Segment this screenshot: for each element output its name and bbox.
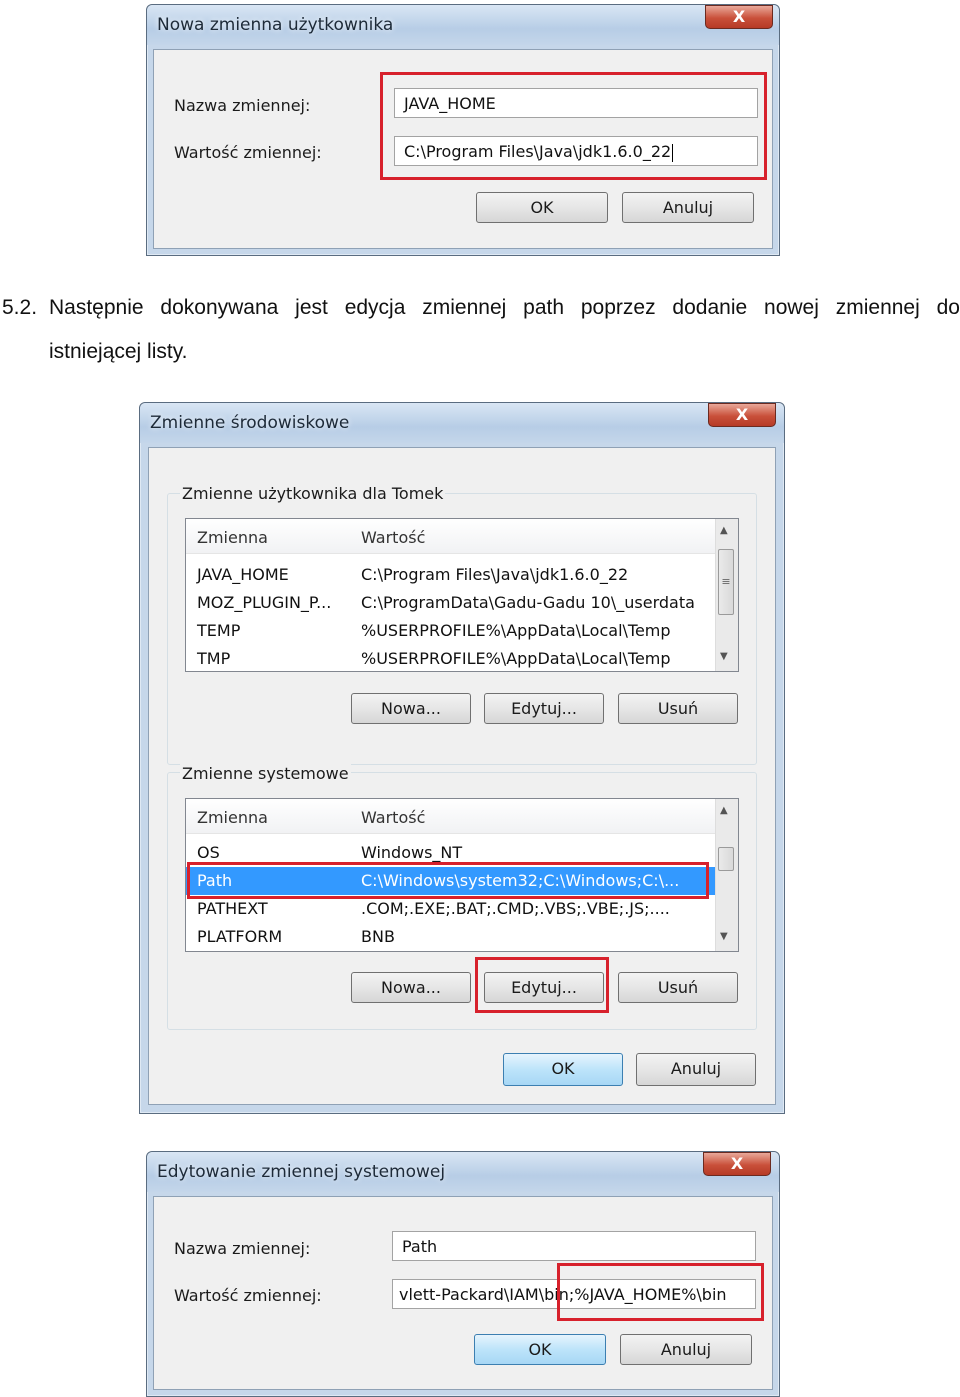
word: dodanie xyxy=(672,296,748,319)
word: dokonywana xyxy=(160,296,279,319)
paragraph-line-2: istniejącej listy. xyxy=(49,340,188,363)
list-item[interactable]: TMP %USERPROFILE%\AppData\Local\Temp xyxy=(186,645,716,671)
variable-value: BNB xyxy=(361,927,395,946)
user-new-button[interactable]: Nowa... xyxy=(351,693,471,724)
column-header-name[interactable]: Zmienna xyxy=(197,528,268,547)
variable-name: TMP xyxy=(197,649,231,668)
user-variables-list[interactable]: Zmienna Wartość JAVA_HOME C:\Program Fil… xyxy=(185,518,739,672)
word: Następnie xyxy=(49,296,144,319)
variable-name-label: Nazwa zmiennej: xyxy=(174,1239,311,1258)
vertical-scrollbar[interactable]: ▲ ≡ ▼ xyxy=(715,519,738,671)
variable-name: OS xyxy=(197,843,220,862)
dialog-client: Zmienne użytkownika dla Tomek Zmienna Wa… xyxy=(148,447,776,1105)
column-header-value[interactable]: Wartość xyxy=(361,528,425,547)
close-button[interactable]: X xyxy=(708,403,776,427)
ok-button[interactable]: OK xyxy=(474,1334,606,1365)
variable-name-input[interactable]: Path xyxy=(392,1231,756,1261)
cancel-button: Anuluj xyxy=(622,192,754,223)
scroll-down-icon[interactable]: ▼ xyxy=(720,931,728,942)
highlight-box-path-row xyxy=(187,862,709,899)
variable-value: .COM;.EXE;.BAT;.CMD;.VBS;.VBE;.JS;.... xyxy=(361,899,670,918)
variable-value: C:\Program Files\Java\jdk1.6.0_22 xyxy=(361,565,629,584)
variable-name-label: Nazwa zmiennej: xyxy=(174,96,311,115)
highlight-box-inputs xyxy=(380,72,767,180)
highlight-box-appended-value xyxy=(557,1263,764,1321)
word: zmiennej xyxy=(422,296,507,319)
title-bar: Edytowanie zmiennej systemowej xyxy=(147,1152,779,1192)
user-variables-group-label: Zmienne użytkownika dla Tomek xyxy=(180,484,446,503)
variable-value: Windows_NT xyxy=(361,843,463,862)
variable-name: TEMP xyxy=(197,621,241,640)
list-item[interactable]: PLATFORM BNB xyxy=(186,923,716,951)
variable-name: JAVA_HOME xyxy=(197,565,289,584)
cancel-button[interactable]: Anuluj xyxy=(620,1334,752,1365)
word: poprzez xyxy=(580,296,656,319)
vertical-scrollbar[interactable]: ▲ ▼ xyxy=(715,799,738,951)
list-item[interactable]: PATHEXT .COM;.EXE;.BAT;.CMD;.VBS;.VBE;.J… xyxy=(186,895,716,923)
paragraph-line-1: Następnie dokonywana jest edycja zmienne… xyxy=(49,296,960,320)
dialog-title: Nowa zmienna użytkownika xyxy=(157,15,394,35)
title-bar: Zmienne środowiskowe xyxy=(140,403,784,443)
dialog-title: Edytowanie zmiennej systemowej xyxy=(157,1162,446,1182)
close-button[interactable]: X xyxy=(705,5,773,29)
variable-value: %USERPROFILE%\AppData\Local\Temp xyxy=(361,649,671,668)
word: zmiennej xyxy=(835,296,920,319)
environment-variables-dialog: Zmienne środowiskowe X Zmienne użytkowni… xyxy=(139,402,785,1114)
paragraph-number: 5.2. xyxy=(2,296,38,319)
word: path xyxy=(523,296,565,319)
list-item[interactable]: JAVA_HOME C:\Program Files\Java\jdk1.6.0… xyxy=(186,561,716,589)
variable-value: C:\ProgramData\Gadu-Gadu 10\_userdata xyxy=(361,593,695,612)
user-edit-button[interactable]: Edytuj... xyxy=(484,693,604,724)
column-header-value[interactable]: Wartość xyxy=(361,808,425,827)
word: edycja xyxy=(344,296,406,319)
list-item[interactable]: TEMP %USERPROFILE%\AppData\Local\Temp xyxy=(186,617,716,645)
column-header-name[interactable]: Zmienna xyxy=(197,808,268,827)
variable-name: PLATFORM xyxy=(197,927,283,946)
scroll-thumb[interactable] xyxy=(718,847,734,871)
list-header: Zmienna Wartość xyxy=(186,799,716,834)
word: do xyxy=(936,296,960,319)
scroll-thumb[interactable]: ≡ xyxy=(718,549,734,615)
highlight-box-edit-button xyxy=(475,957,609,1013)
cancel-button[interactable]: Anuluj xyxy=(636,1053,756,1086)
scroll-down-icon[interactable]: ▼ xyxy=(720,651,728,662)
word: jest xyxy=(295,296,328,319)
scroll-up-icon[interactable]: ▲ xyxy=(720,525,728,536)
word: nowej xyxy=(764,296,819,319)
list-header: Zmienna Wartość xyxy=(186,519,716,554)
title-bar: Nowa zmienna użytkownika xyxy=(147,5,779,45)
system-new-button[interactable]: Nowa... xyxy=(351,972,471,1003)
system-variables-group-label: Zmienne systemowe xyxy=(180,764,351,783)
scroll-up-icon[interactable]: ▲ xyxy=(720,805,728,816)
variable-name: PATHEXT xyxy=(197,899,268,918)
user-delete-button[interactable]: Usuń xyxy=(618,693,738,724)
variable-value-label: Wartość zmiennej: xyxy=(174,143,322,162)
dialog-title: Zmienne środowiskowe xyxy=(150,413,350,433)
ok-button[interactable]: OK xyxy=(476,192,608,223)
variable-name: MOZ_PLUGIN_P... xyxy=(197,593,332,612)
variable-value: %USERPROFILE%\AppData\Local\Temp xyxy=(361,621,671,640)
list-item[interactable]: MOZ_PLUGIN_P... C:\ProgramData\Gadu-Gadu… xyxy=(186,589,716,617)
close-button[interactable]: X xyxy=(703,1152,771,1176)
ok-button[interactable]: OK xyxy=(503,1053,623,1086)
variable-value-label: Wartość zmiennej: xyxy=(174,1286,322,1305)
system-delete-button[interactable]: Usuń xyxy=(618,972,738,1003)
